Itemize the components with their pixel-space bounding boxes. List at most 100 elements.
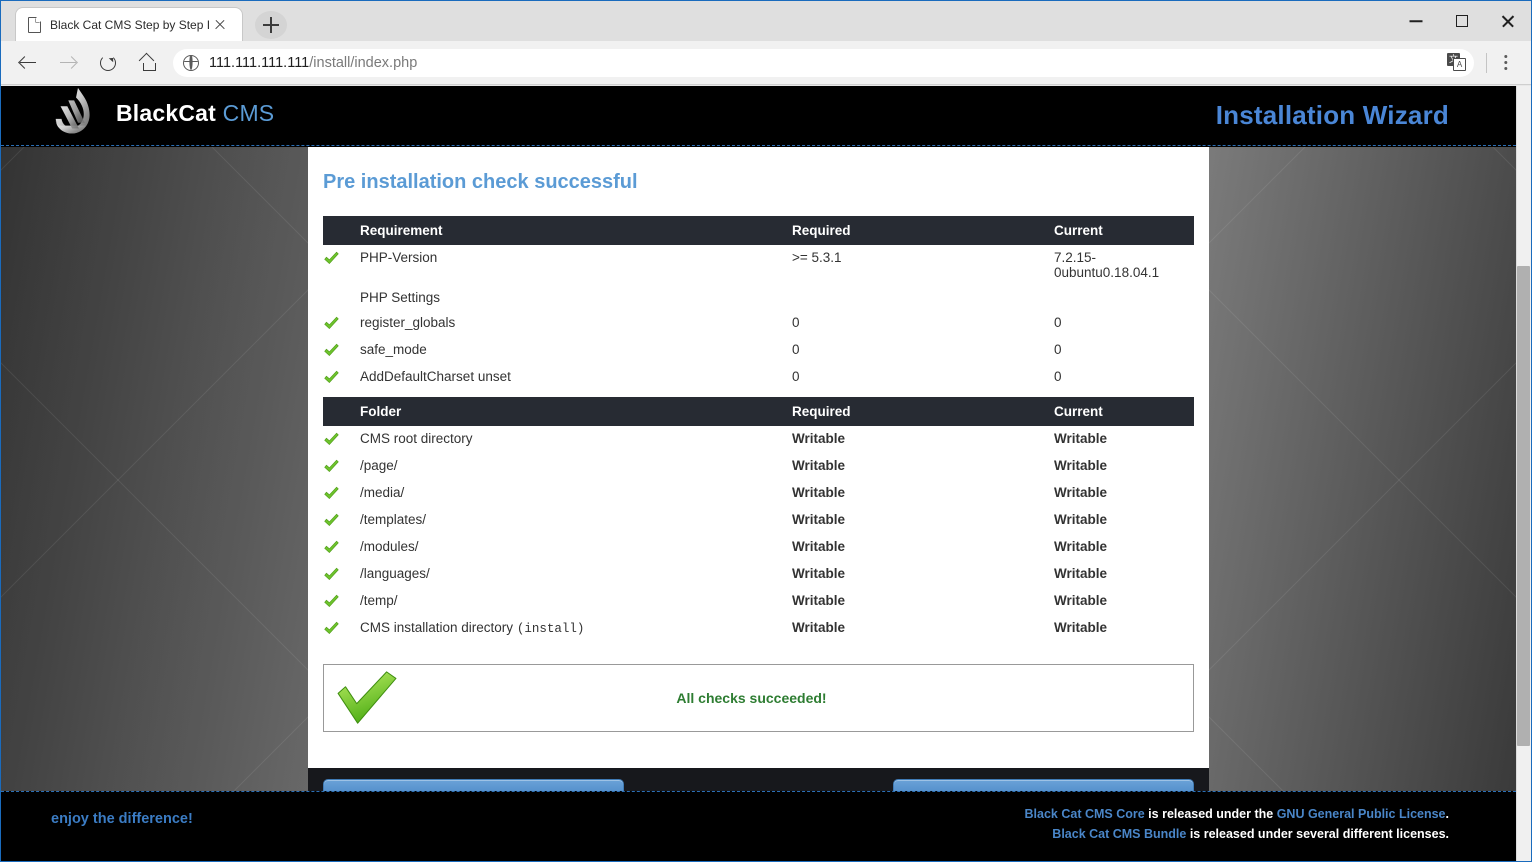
translate-glyph-target: A (1453, 58, 1466, 71)
content-card-inner: Pre installation check successful Requir… (308, 147, 1209, 750)
col-requirement: Requirement (360, 216, 792, 245)
status-check-icon (323, 480, 360, 507)
status-check-icon (323, 615, 360, 642)
row-current (1054, 285, 1194, 310)
url-host: 111.111.111.111 (209, 55, 309, 71)
row-label: register_globals (360, 310, 792, 337)
row-current: 0 (1054, 310, 1194, 337)
status-check-icon (323, 453, 360, 480)
footer-line2-rest: is released under several different lice… (1186, 827, 1449, 841)
row-required: Writable (792, 507, 1054, 534)
row-required: 0 (792, 364, 1054, 391)
row-required: Writable (792, 615, 1054, 642)
row-label: /modules/ (360, 534, 792, 561)
row-label: /page/ (360, 453, 792, 480)
tab-title: Black Cat CMS Step by Step Insta (50, 18, 210, 32)
row-current: Writable (1054, 534, 1194, 561)
navbar-divider (1486, 53, 1487, 73)
table-row: /modules/ Writable Writable (323, 534, 1194, 561)
status-check-icon (323, 310, 360, 337)
forward-button[interactable] (51, 46, 85, 80)
row-current: Writable (1054, 588, 1194, 615)
status-check-icon (323, 561, 360, 588)
url-path: /install/index.php (309, 55, 417, 71)
home-button[interactable] (131, 46, 165, 80)
back-button[interactable] (11, 46, 45, 80)
requirements-table-header-row: Requirement Required Current (323, 216, 1194, 245)
row-required: Writable (792, 426, 1054, 453)
status-check-icon (323, 337, 360, 364)
browser-titlebar: Black Cat CMS Step by Step Insta (1, 1, 1531, 41)
row-required: Writable (792, 588, 1054, 615)
table-row: /templates/ Writable Writable (323, 507, 1194, 534)
status-check-icon (323, 588, 360, 615)
row-required: 0 (792, 337, 1054, 364)
minimize-button[interactable] (1393, 1, 1439, 41)
table-row: CMS installation directory (install) Wri… (323, 615, 1194, 642)
row-label-text: CMS installation directory (360, 620, 517, 635)
row-label: PHP-Version (360, 245, 792, 285)
page-viewport: BlackCat CMS Installation Wizard Pre ins… (1, 86, 1531, 861)
reload-button[interactable] (91, 46, 125, 80)
footer-line1-mid: is released under the (1145, 807, 1277, 821)
col-status (323, 397, 360, 426)
page-favicon-icon (26, 17, 42, 33)
new-tab-button[interactable] (255, 11, 287, 39)
table-row: /temp/ Writable Writable (323, 588, 1194, 615)
row-label: CMS installation directory (install) (360, 615, 792, 642)
row-label: CMS root directory (360, 426, 792, 453)
table-row: PHP-Version >= 5.3.1 7.2.15-0ubuntu0.18.… (323, 245, 1194, 285)
blackcat-bundle-link[interactable]: Black Cat CMS Bundle (1052, 827, 1186, 841)
address-bar[interactable]: 111.111.111.111/install/index.php 文 A (173, 49, 1474, 77)
globe-icon (183, 55, 199, 71)
page-scrollbar-track[interactable] (1516, 86, 1531, 861)
success-message: All checks succeeded! (400, 690, 1103, 706)
logo-word-blackcat: BlackCat (116, 100, 216, 126)
row-label: AddDefaultCharset unset (360, 364, 792, 391)
gpl-license-link[interactable]: GNU General Public License (1277, 807, 1446, 821)
row-required: Writable (792, 561, 1054, 588)
close-tab-icon[interactable] (210, 15, 230, 35)
site-header: BlackCat CMS Installation Wizard (1, 86, 1516, 146)
page-title: Pre installation check successful (323, 171, 1194, 194)
success-banner: All checks succeeded! (323, 664, 1194, 732)
browser-window: Black Cat CMS Step by Step Insta 111.111… (0, 0, 1532, 862)
blackcat-logo-icon (46, 86, 108, 144)
col-required: Required (792, 216, 1054, 245)
row-label: /temp/ (360, 588, 792, 615)
blackcat-core-link[interactable]: Black Cat CMS Core (1025, 807, 1145, 821)
row-required: Writable (792, 534, 1054, 561)
row-current: Writable (1054, 561, 1194, 588)
row-current: 0 (1054, 337, 1194, 364)
page-scrollbar-thumb[interactable] (1517, 266, 1530, 746)
browser-tab[interactable]: Black Cat CMS Step by Step Insta (15, 7, 243, 41)
table-row: /languages/ Writable Writable (323, 561, 1194, 588)
status-check-icon (323, 534, 360, 561)
row-current: 7.2.15-0ubuntu0.18.04.1 (1054, 245, 1194, 285)
table-row: register_globals 0 0 (323, 310, 1194, 337)
table-row: AddDefaultCharset unset 0 0 (323, 364, 1194, 391)
row-current: 0 (1054, 364, 1194, 391)
url-text: 111.111.111.111/install/index.php (209, 55, 417, 71)
translate-icon[interactable]: 文 A (1446, 52, 1468, 74)
col-current: Current (1054, 397, 1194, 426)
site-logo-text: BlackCat CMS (116, 100, 274, 127)
folder-table-header-row: Folder Required Current (323, 397, 1194, 426)
row-current: Writable (1054, 480, 1194, 507)
folder-table: Folder Required Current CMS root directo… (323, 397, 1194, 642)
row-required: Writable (792, 453, 1054, 480)
table-row-group-label: PHP Settings (323, 285, 1194, 310)
window-controls (1393, 1, 1531, 41)
row-current: Writable (1054, 426, 1194, 453)
col-status (323, 216, 360, 245)
row-required: >= 5.3.1 (792, 245, 1054, 285)
requirements-table: Requirement Required Current PHP-Version (323, 216, 1194, 391)
status-empty (323, 285, 360, 310)
footer-license-line-1: Black Cat CMS Core is released under the… (1025, 804, 1449, 824)
large-check-icon (334, 670, 400, 726)
close-window-button[interactable] (1485, 1, 1531, 41)
status-check-icon (323, 426, 360, 453)
browser-menu-button[interactable] (1489, 46, 1523, 80)
browser-navbar: 111.111.111.111/install/index.php 文 A (1, 41, 1531, 85)
maximize-button[interactable] (1439, 1, 1485, 41)
